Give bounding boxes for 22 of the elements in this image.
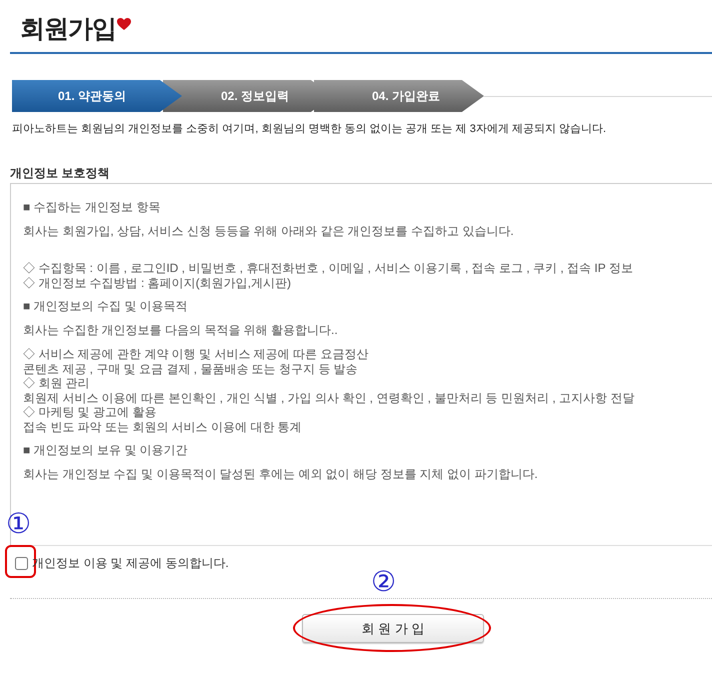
- policy-text: ◇ 서비스 제공에 관한 계약 이행 및 서비스 제공에 따른 요금정산: [23, 347, 370, 362]
- signup-button[interactable]: 회 원 가 입: [302, 614, 484, 643]
- heart-icon: [117, 18, 131, 30]
- page-title: 회원가입: [20, 14, 116, 44]
- agree-checkbox[interactable]: [15, 556, 28, 570]
- annotation-number: ①: [6, 509, 31, 539]
- policy-text: 회사는 수집한 개인정보를 다음의 목적을 위해 활용합니다..: [23, 323, 339, 338]
- policy-text: 회사는 개인정보 수집 및 이용목적이 달성된 후에는 예외 없이 해당 정보를 지체 없이 파기합니다.: [23, 467, 539, 482]
- section-heading: ■ 개인정보의 보유 및 이용기간: [23, 443, 189, 458]
- section-heading: ■ 수집하는 개인정보 항목: [23, 200, 162, 215]
- policy-text: 접속 빈도 파악 또는 회원의 서비스 이용에 대한 통계: [23, 420, 303, 434]
- policy-text: ◇ 회원 관리: [23, 376, 91, 390]
- policy-text: 콘텐츠 제공 , 구매 및 요금 결제 , 물품배송 또는 청구지 등 발송: [23, 362, 359, 376]
- policy-text: 회사는 회원가입, 상담, 서비스 신청 등등을 위해 아래와 같은 개인정보를 수집하고 있습니다.: [23, 224, 515, 239]
- policy-text: 회원제 서비스 이용에 따른 본인확인 , 개인 식별 , 가입 의사 확인 , 연령확인 , 불만처리 등 민원처리 , 고지사항 전달: [23, 390, 636, 405]
- policy-text: ◇ 마케팅 및 광고에 활용: [23, 405, 158, 420]
- policy-text: ◇ 개인정보 수집방법 : 홈페이지(회원가입,게시판): [23, 276, 292, 290]
- policy-text: ◇ 수집항목 : 이름 , 로그인ID , 비밀번호 , 휴대전화번호 , 이메일 , 서비스 이용기록 , 접속 로그 , 쿠키 , 접속 IP 정보: [23, 261, 634, 276]
- section-heading: ■ 개인정보의 수집 및 이용목적: [23, 299, 189, 314]
- notice-text: 피아노하트는 회원님의 개인정보를 소중히 여기며, 회원님의 명백한 동의 없이는 공개 또는 제 3자에게 제공되지 않습니다.: [12, 122, 608, 136]
- annotation-number: ②: [371, 567, 396, 597]
- section-title: 개인정보 보호정책: [10, 166, 110, 180]
